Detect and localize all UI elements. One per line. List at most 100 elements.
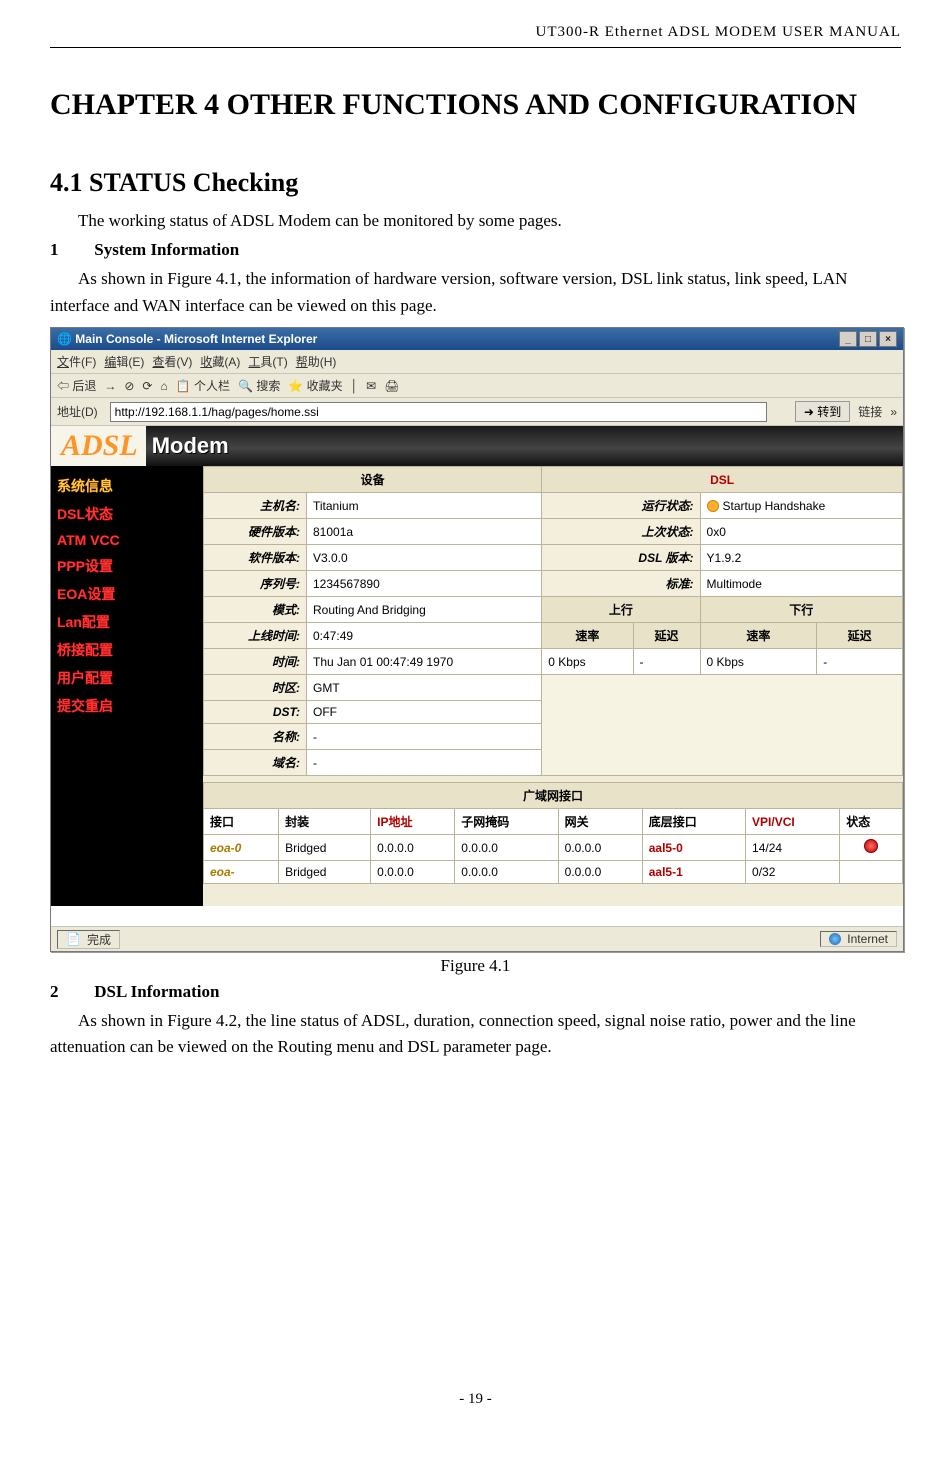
menu-fav[interactable]: 收藏(A) [200,353,240,370]
menu-edit[interactable]: 编辑(E) [104,353,144,370]
go-label: 转到 [817,405,841,419]
lbl-serial: 序列号: [204,571,307,597]
sidebar-item-ppp[interactable]: PPP设置 [57,554,197,578]
wan-table: 广域网接口 接口 封装 IP地址 子网掩码 网关 底层接口 VPI/VCI 状态 [203,782,903,884]
wan-col-status: 状态 [840,809,903,835]
list-item-1: 1 System Information [50,240,901,260]
wan0-mask: 0.0.0.0 [455,835,558,861]
val-dst: OFF [307,701,542,724]
close-button[interactable]: × [879,331,897,347]
val-delay-up: - [633,649,700,675]
running-header: UT300-R Ethernet ADSL MODEM USER MANUAL [50,20,901,48]
val-dslver: Y1.9.2 [700,545,902,571]
sidebar-item-commit-reboot[interactable]: 提交重启 [57,694,197,718]
device-table: 设备 DSL 主机名: Titanium 运行状态: Startup Hands… [203,466,903,776]
menu-tools[interactable]: 工具(T) [248,353,287,370]
window-buttons: _ □ × [839,331,897,347]
wan1-if: eoa- [204,861,279,884]
val-mode: Routing And Bridging [307,597,542,623]
val-hostname: Titanium [307,493,542,519]
sidebar-item-bridge[interactable]: 桥接配置 [57,638,197,662]
ie-address-bar: 地址(D) ➜ 转到 链接 » [51,398,903,426]
menu-file[interactable]: 文件(F) [57,353,96,370]
content-panel: 设备 DSL 主机名: Titanium 运行状态: Startup Hands… [203,466,903,906]
sidebar-item-dsl-status[interactable]: DSL状态 [57,502,197,526]
wan1-enc: Bridged [279,861,371,884]
lbl-hwver: 硬件版本: [204,519,307,545]
mail-button[interactable]: ✉ [366,379,376,393]
sidebar: 系统信息 DSL状态 ATM VCC PPP设置 EOA设置 Lan配置 桥接配… [51,466,203,906]
ie-menubar: 文件(F) 编辑(E) 查看(V) 收藏(A) 工具(T) 帮助(H) [51,350,903,374]
wan0-status [840,835,903,861]
lbl-laststatus: 上次状态: [542,519,700,545]
back-button[interactable]: ⇦ 后退 [57,377,96,394]
list-title: System Information [94,240,239,259]
stop-button[interactable]: ⊘ [124,379,134,393]
val-rate-up: 0 Kbps [542,649,633,675]
sidebar-item-system-info[interactable]: 系统信息 [57,474,197,498]
th-rate-up: 速率 [542,623,633,649]
status-right-text: Internet [847,932,888,946]
refresh-button[interactable]: ⟳ [142,379,152,393]
sidebar-item-atm-vcc[interactable]: ATM VCC [57,530,197,550]
th-up: 上行 [542,597,700,623]
wan-title: 广域网接口 [204,783,903,809]
forward-button[interactable]: → [104,379,116,393]
wan0-base: aal5-0 [642,835,745,861]
wan-col-vpi: VPI/VCI [746,809,840,835]
minimize-button[interactable]: _ [839,331,857,347]
ie-window: 🌐 Main Console - Microsoft Internet Expl… [50,327,904,952]
lbl-standard: 标准: [542,571,700,597]
menu-help[interactable]: 帮助(H) [296,353,337,370]
back-label: 后退 [72,379,96,393]
lbl-swver: 软件版本: [204,545,307,571]
modem-page: ADSL Modem 系统信息 DSL状态 ATM VCC PPP设置 EOA设… [51,426,903,926]
val-laststatus: 0x0 [700,519,902,545]
search-label: 搜索 [256,379,280,393]
sidebar-item-eoa[interactable]: EOA设置 [57,582,197,606]
personal-bar-button[interactable]: 📋 个人栏 [176,377,230,394]
status-left: 📄 完成 [57,930,120,949]
ie-titlebar: 🌐 Main Console - Microsoft Internet Expl… [51,328,903,350]
wan-col-mask: 子网掩码 [455,809,558,835]
val-name: - [307,724,542,750]
wan-col-gw: 网关 [558,809,642,835]
th-delay-dn: 延迟 [817,623,903,649]
address-input[interactable] [110,402,767,422]
sidebar-item-lan[interactable]: Lan配置 [57,610,197,634]
th-delay-up: 延迟 [633,623,700,649]
sidebar-item-user[interactable]: 用户配置 [57,666,197,690]
menu-view[interactable]: 查看(V) [152,353,192,370]
links-label[interactable]: 链接 [858,403,882,420]
val-time: Thu Jan 01 00:47:49 1970 [307,649,542,675]
search-button[interactable]: 🔍 搜索 [238,377,280,394]
figure-caption: Figure 4.1 [50,956,901,976]
val-delay-dn: - [817,649,903,675]
lbl-domain: 域名: [204,750,307,776]
val-runstatus-text: Startup Handshake [723,499,826,513]
wan0-vpi: 14/24 [746,835,840,861]
status-dot-icon [707,500,719,512]
ie-icon: 🌐 [57,332,72,346]
maximize-button[interactable]: □ [859,331,877,347]
go-button[interactable]: ➜ 转到 [795,401,850,422]
th-rate-dn: 速率 [700,623,817,649]
lbl-tz: 时区: [204,675,307,701]
globe-icon [829,933,841,945]
lbl-dslver: DSL 版本: [542,545,700,571]
wan1-mask: 0.0.0.0 [455,861,558,884]
links-chevron-icon[interactable]: » [890,405,897,419]
home-button[interactable]: ⌂ [160,379,167,393]
wan-col-if: 接口 [204,809,279,835]
personal-label: 个人栏 [194,379,230,393]
item2-body: As shown in Figure 4.2, the line status … [50,1008,901,1061]
print-button[interactable]: 🖨 [384,379,399,393]
wan1-ip: 0.0.0.0 [371,861,455,884]
banner: ADSL Modem [51,426,903,466]
favorites-button[interactable]: ⭐ 收藏夹 [288,377,342,394]
wan-col-base: 底层接口 [642,809,745,835]
wan1-base: aal5-1 [642,861,745,884]
window-title: 🌐 Main Console - Microsoft Internet Expl… [57,332,317,346]
toolbar-sep: │ [351,379,359,393]
banner-adsl: ADSL [51,426,146,466]
